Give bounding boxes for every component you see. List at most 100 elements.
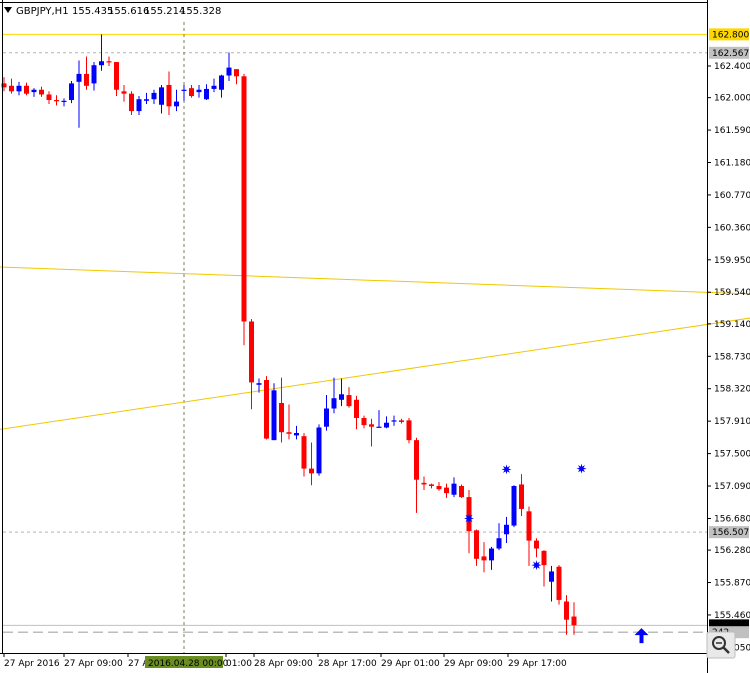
candle-body — [459, 486, 464, 498]
y-tick-label: 159.540 — [714, 288, 750, 298]
candle-body — [69, 83, 74, 101]
candle-body — [421, 482, 427, 485]
candle-body — [279, 402, 284, 433]
candle-body — [354, 399, 359, 418]
candle-body — [429, 484, 434, 487]
zoom-button[interactable] — [706, 631, 736, 659]
candle-body — [219, 75, 224, 90]
candle-body — [526, 511, 532, 541]
candle-body — [391, 420, 397, 422]
symbol-timeframe: GBPJPY,H1 — [16, 6, 69, 17]
candle-body — [99, 61, 104, 66]
y-tick-label: 159.950 — [714, 256, 750, 266]
y-tick-label: 162.000 — [714, 94, 750, 104]
zoom-button-bg[interactable] — [706, 631, 736, 659]
candle-body — [256, 383, 262, 385]
x-tick-label: 29 Apr 01:00 — [381, 659, 440, 669]
y-tick-label: 156.680 — [714, 514, 750, 524]
candle-body — [436, 486, 442, 490]
chart: 162.400 162.000 161.590 161.180 160.770 160.3… — [0, 0, 750, 673]
candle-body — [204, 88, 209, 100]
candle-body — [39, 89, 44, 95]
candle-body — [286, 432, 292, 434]
ohlc-close: 155.328 — [180, 6, 221, 17]
y-tick-label: 156.280 — [714, 546, 750, 556]
price-tag-label: 162.800 — [712, 30, 749, 40]
candle-body — [571, 616, 577, 626]
candle-body — [181, 89, 187, 91]
candle-body — [519, 484, 524, 509]
price-tag-label: 156.507 — [712, 528, 749, 538]
x-tick-label: 28 Apr 09:00 — [254, 659, 313, 669]
candle-body — [31, 89, 37, 93]
candle-body — [166, 84, 172, 107]
y-tick-label: 155.870 — [714, 579, 750, 589]
candle-body — [474, 530, 479, 559]
x-tick-label: 27 Apr 2016 — [4, 659, 60, 669]
candle-body — [144, 99, 149, 101]
candle-body — [76, 73, 82, 82]
x-tick-label: 27 Apr 09:00 — [64, 659, 123, 669]
candle-body — [346, 395, 352, 407]
candle-body — [339, 394, 344, 400]
x-tick-label: 01:00 — [226, 659, 252, 669]
candle-body — [114, 62, 119, 90]
candle-body — [24, 85, 29, 94]
star-marker — [501, 464, 512, 475]
candle-body — [556, 566, 562, 600]
candle-body — [91, 65, 97, 84]
y-tick-label: 158.730 — [714, 352, 750, 362]
x-tick-label: 28 Apr 17:00 — [318, 659, 377, 669]
candle-body — [196, 89, 202, 93]
candle-body — [46, 94, 52, 101]
candle-body — [54, 100, 59, 102]
candle-body — [301, 436, 307, 469]
candle-body — [189, 88, 194, 97]
candle-body — [264, 380, 269, 439]
y-tick-label: 157.090 — [714, 482, 750, 492]
candle-body — [489, 548, 494, 561]
candle-body — [361, 417, 367, 426]
chart-header: GBPJPY,H1 155.435 155.616 155.214 155.32… — [4, 6, 221, 17]
candle-body — [249, 321, 254, 383]
candle-body — [541, 550, 547, 566]
time-tag-label: 2016.04.28 00:00 — [148, 659, 229, 669]
candle-body — [234, 69, 239, 77]
candle-body — [294, 433, 299, 436]
candle-body — [324, 408, 329, 427]
candle-body — [106, 61, 112, 63]
candle-body — [9, 85, 14, 92]
candle-body — [129, 93, 134, 112]
x-tick-label: 29 Apr 17:00 — [508, 659, 567, 669]
y-tick-label: 157.500 — [714, 450, 750, 460]
candle-body — [564, 601, 569, 620]
candle-body — [504, 524, 509, 535]
y-tick-label: 161.590 — [714, 126, 750, 136]
candle-body — [511, 486, 517, 526]
chart-background — [0, 0, 750, 673]
candle-body — [451, 483, 457, 495]
candle-body — [309, 468, 314, 474]
candle-body — [151, 92, 157, 100]
y-tick-label: 161.180 — [714, 159, 750, 169]
candle-body — [331, 398, 337, 409]
candle-body — [174, 101, 179, 107]
y-tick-label: 160.770 — [714, 191, 750, 201]
y-tick-label: 157.910 — [714, 417, 750, 427]
time-tag: 2016.04.28 00:00 — [145, 656, 229, 669]
candle-body — [549, 571, 554, 582]
candle-body — [481, 556, 487, 561]
candle-body — [384, 422, 389, 428]
y-tick-label: 158.320 — [714, 385, 750, 395]
candle-body — [444, 487, 449, 494]
candle-body — [534, 540, 539, 549]
candle-body — [414, 440, 419, 480]
candle-body — [211, 85, 217, 89]
candle-body — [369, 424, 374, 427]
price-tag-label: 162.567 — [712, 49, 749, 59]
y-tick-label: 160.360 — [714, 223, 750, 233]
candle-body — [159, 87, 164, 105]
candle-body — [241, 76, 247, 322]
y-tick-label: 159.140 — [714, 320, 750, 330]
y-tick-label: 162.400 — [714, 62, 750, 72]
